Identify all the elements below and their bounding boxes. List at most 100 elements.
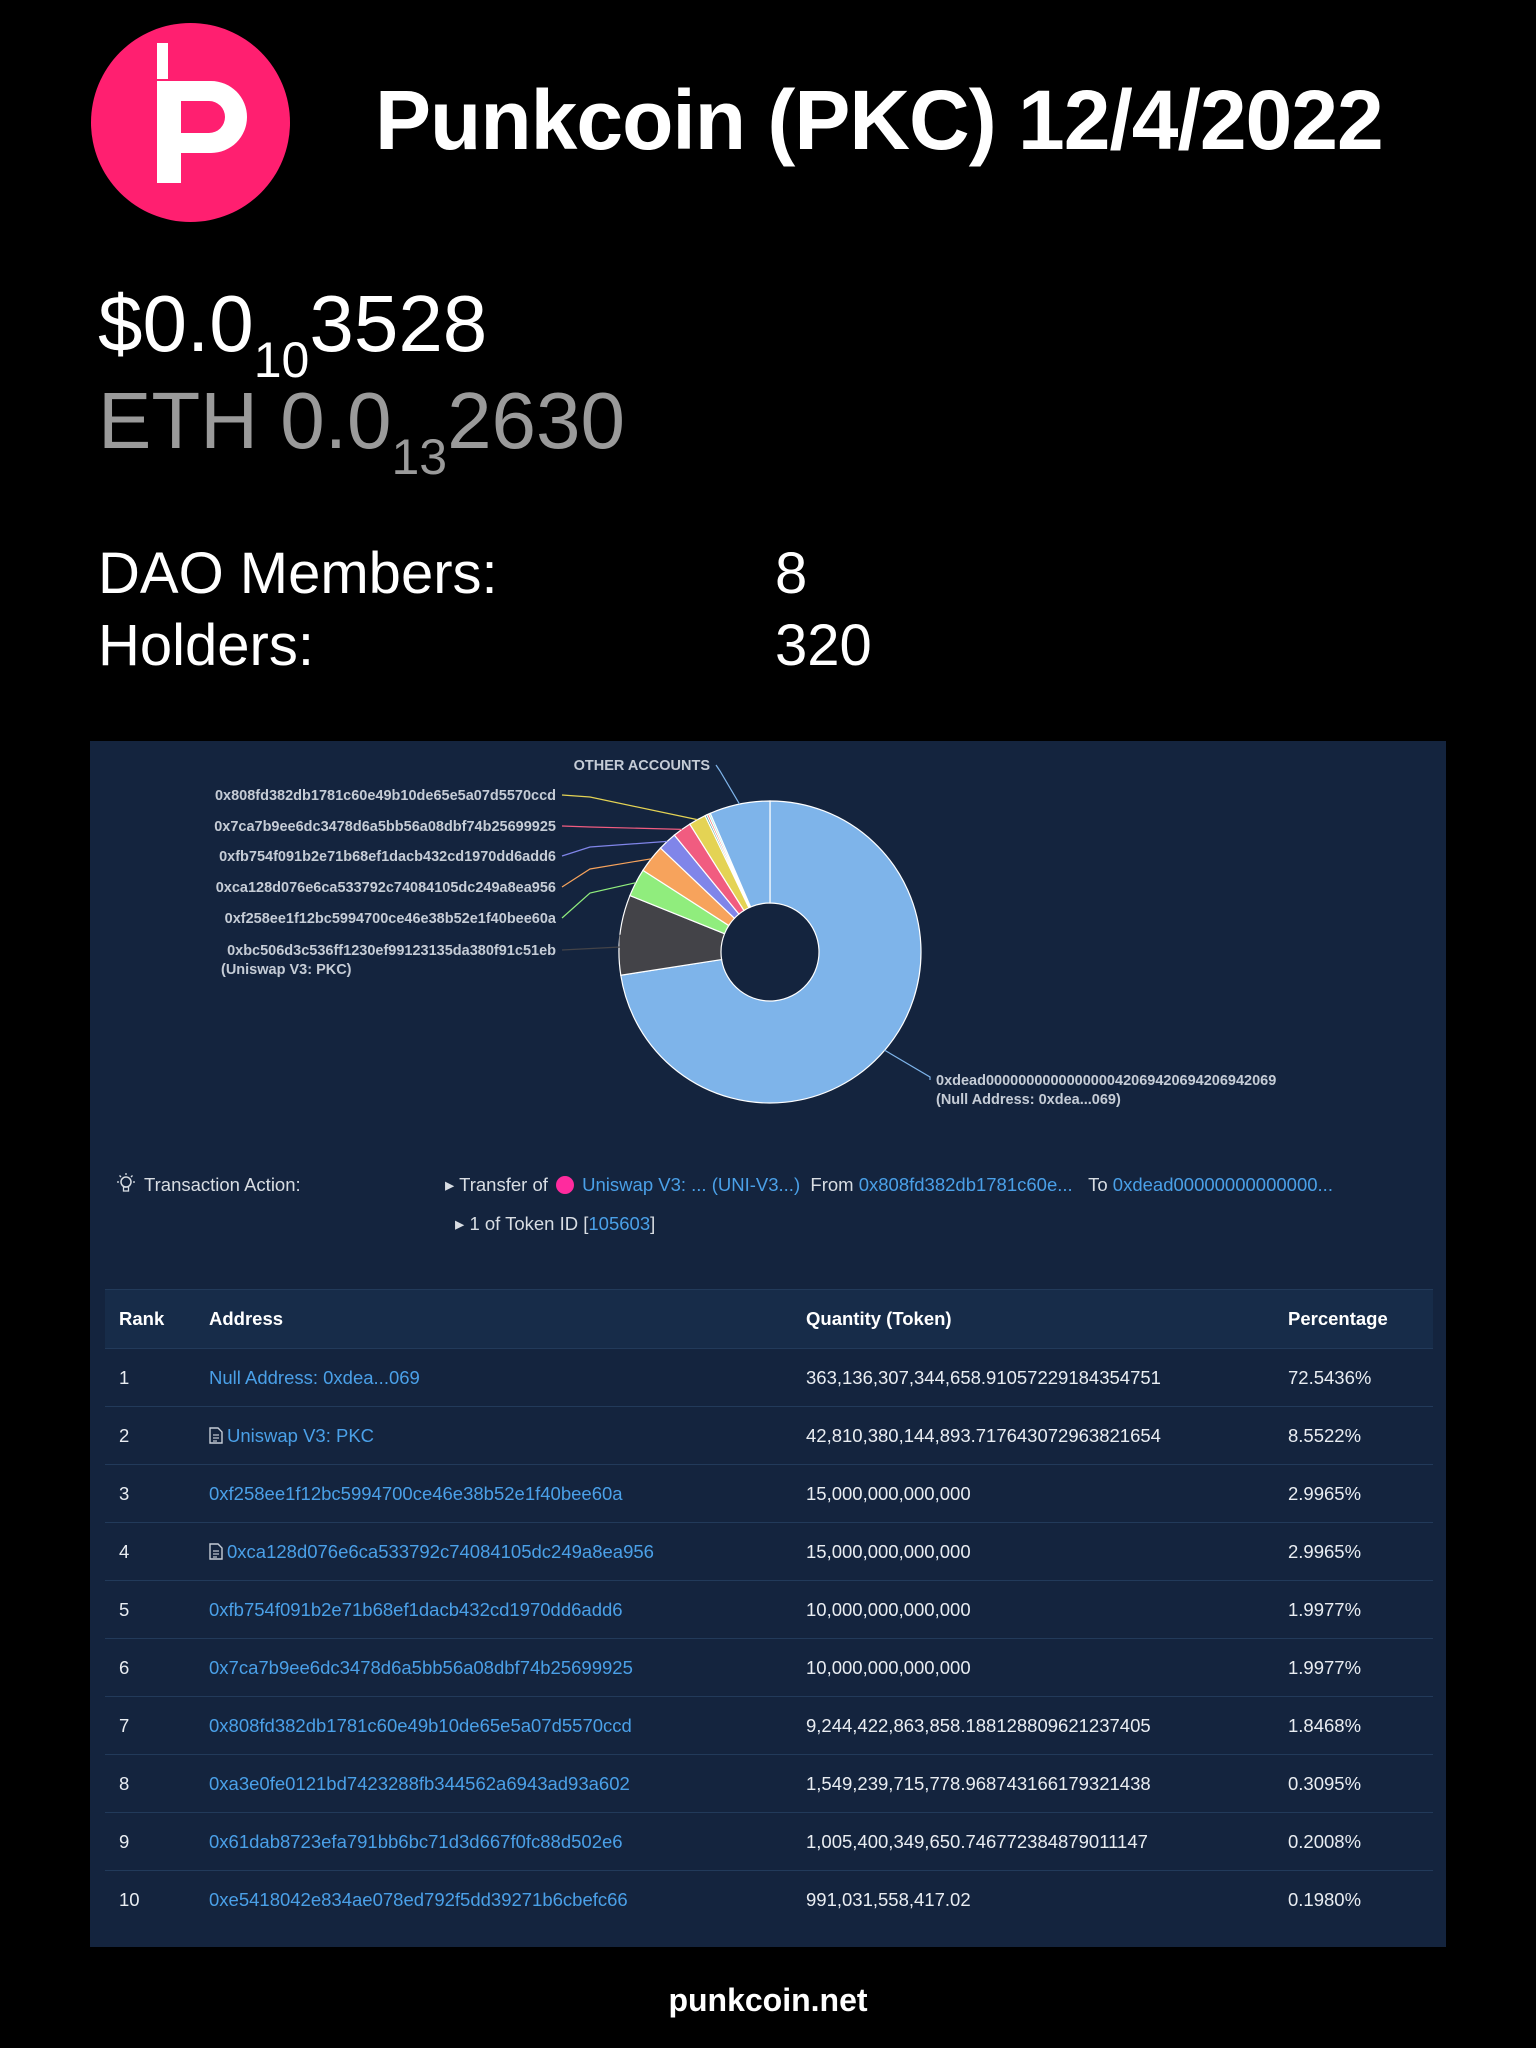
quantity-cell: 1,005,400,349,650.746772384879011147 [806, 1831, 1148, 1852]
address-cell: 0xfb754f091b2e71b68ef1dacb432cd1970dd6ad… [209, 1581, 623, 1639]
percentage-cell: 2.9965% [1288, 1483, 1362, 1504]
caret-right-icon: ▸ [445, 1174, 455, 1195]
rank-cell: 4 [119, 1541, 130, 1562]
header-quantity: Quantity (Token) [806, 1308, 952, 1329]
holders-panel: 0xdead0000000000000000420694206942069420… [90, 741, 1446, 1947]
dao-members-value: 8 [775, 541, 808, 606]
table-row: 3 0xf258ee1f12bc5994700ce46e38b52e1f40bee… [105, 1465, 1433, 1523]
leader-line [561, 825, 682, 830]
percentage-cell: 1.9977% [1288, 1599, 1362, 1620]
leader-line [715, 764, 741, 805]
percentage-cell: 72.5436% [1288, 1367, 1372, 1388]
to-label: To [1088, 1174, 1108, 1195]
quantity-cell: 42,810,380,144,893.717643072963821654 [806, 1425, 1161, 1446]
transfer-line: ▸ Transfer of Uniswap V3: ... (UNI-V3...… [445, 1174, 1333, 1196]
slice-label: 0xdead0000000000000000420694206942069420… [936, 1073, 1276, 1089]
address-link[interactable]: 0xe5418042e834ae078ed792f5dd39271b6cbefc… [209, 1889, 628, 1910]
rank-cell: 1 [119, 1367, 130, 1388]
address-cell: Null Address: 0xdea...069 [209, 1349, 420, 1407]
table-row: 6 0x7ca7b9ee6dc3478d6a5bb56a08dbf74b25699… [105, 1639, 1433, 1697]
slice-label: OTHER ACCOUNTS [574, 758, 711, 774]
quantity-cell: 10,000,000,000,000 [806, 1657, 971, 1678]
transfer-of-label: Transfer of [459, 1174, 548, 1195]
leader-line [561, 794, 698, 821]
address-link[interactable]: 0xca128d076e6ca533792c74084105dc249a8ea9… [227, 1541, 654, 1562]
header-percentage: Percentage [1288, 1308, 1388, 1329]
table-row: 9 0x61dab8723efa791bb6bc71d3d667f0fc88d50… [105, 1813, 1433, 1871]
slice-sublabel: (Uniswap V3: PKC) [221, 962, 352, 978]
quantity-cell: 15,000,000,000,000 [806, 1483, 971, 1504]
holders-table: Rank Address Quantity (Token) Percentage… [105, 1289, 1433, 1928]
page-title: Punkcoin (PKC) 12/4/2022 [375, 73, 1384, 167]
address-link[interactable]: Null Address: 0xdea...069 [209, 1367, 420, 1388]
lightbulb-icon [117, 1173, 135, 1192]
address-cell: 0x808fd382db1781c60e49b10de65e5a07d5570c… [209, 1697, 632, 1755]
quantity-cell: 991,031,558,417.02 [806, 1889, 971, 1910]
dao-members-label: DAO Members: [98, 541, 498, 606]
table-row: 4 0xca128d076e6ca533792c74084105dc249a8ea… [105, 1523, 1433, 1581]
slice-label: 0x7ca7b9ee6dc3478d6a5bb56a08dbf74b256999… [214, 819, 556, 835]
address-link[interactable]: 0xa3e0fe0121bd7423288fb344562a6943ad93a6… [209, 1773, 630, 1794]
percentage-cell: 1.9977% [1288, 1657, 1362, 1678]
slice-sublabel: (Null Address: 0xdea...069) [936, 1092, 1121, 1108]
token-id-line: ▸ 1 of Token ID [105603] [455, 1213, 656, 1234]
quantity-cell: 363,136,307,344,658.91057229184354751 [806, 1367, 1161, 1388]
slice-label: 0x808fd382db1781c60e49b10de65e5a07d5570c… [215, 788, 556, 804]
slice-label: 0xfb754f091b2e71b68ef1dacb432cd1970dd6ad… [219, 849, 556, 865]
eth-price: ETH 0.0132630 [98, 376, 626, 485]
address-link[interactable]: 0x808fd382db1781c60e49b10de65e5a07d5570c… [209, 1715, 632, 1736]
usd-price: $0.0103528 [98, 279, 488, 388]
address-cell: 0xca128d076e6ca533792c74084105dc249a8ea9… [209, 1523, 654, 1581]
to-address-link[interactable]: 0xdead00000000000000... [1113, 1174, 1333, 1195]
contract-file-icon [209, 1542, 223, 1560]
address-link[interactable]: 0x61dab8723efa791bb6bc71d3d667f0fc88d502… [209, 1831, 623, 1852]
from-address-link[interactable]: 0x808fd382db1781c60e... [859, 1174, 1073, 1195]
leader-line [561, 840, 668, 857]
address-link[interactable]: 0xf258ee1f12bc5994700ce46e38b52e1f40bee6… [209, 1483, 623, 1504]
address-cell: 0xf258ee1f12bc5994700ce46e38b52e1f40bee6… [209, 1465, 623, 1523]
caret-right-icon: ▸ [455, 1213, 465, 1234]
leader-line [884, 1049, 931, 1080]
address-cell: 0xe5418042e834ae078ed792f5dd39271b6cbefc… [209, 1871, 628, 1929]
percentage-cell: 1.8468% [1288, 1715, 1362, 1736]
address-cell: 0x61dab8723efa791bb6bc71d3d667f0fc88d502… [209, 1813, 623, 1871]
quantity-cell: 1,549,239,715,778.968743166179321438 [806, 1773, 1151, 1794]
address-cell: 0x7ca7b9ee6dc3478d6a5bb56a08dbf74b256999… [209, 1639, 633, 1697]
punkcoin-logo-icon [91, 23, 290, 222]
uniswap-token-icon [556, 1176, 575, 1194]
quantity-cell: 10,000,000,000,000 [806, 1599, 971, 1620]
slice-label: 0xf258ee1f12bc5994700ce46e38b52e1f40bee6… [225, 911, 557, 927]
token-id-link[interactable]: 105603 [588, 1213, 650, 1234]
quantity-cell: 15,000,000,000,000 [806, 1541, 971, 1562]
table-row: 2 Uniswap V3: PKC 42,810,380,144,893.71764… [105, 1407, 1433, 1465]
contract-file-icon [209, 1426, 223, 1444]
address-link[interactable]: 0x7ca7b9ee6dc3478d6a5bb56a08dbf74b256999… [209, 1657, 633, 1678]
token-link[interactable]: Uniswap V3: ... (UNI-V3...) [582, 1174, 800, 1195]
table-row: 5 0xfb754f091b2e71b68ef1dacb432cd1970dd6a… [105, 1581, 1433, 1639]
from-label: From [810, 1174, 854, 1195]
header-address: Address [209, 1308, 284, 1329]
table-row: 8 0xa3e0fe0121bd7423288fb344562a6943ad93a… [105, 1755, 1433, 1813]
slice-label: 0xbc506d3c536ff1230ef99123135da380f91c51… [227, 943, 556, 959]
rank-cell: 9 [119, 1831, 130, 1852]
table-row: 7 0x808fd382db1781c60e49b10de65e5a07d5570… [105, 1697, 1433, 1755]
percentage-cell: 2.9965% [1288, 1541, 1362, 1562]
transaction-action-label: Transaction Action: [144, 1174, 301, 1195]
holders-value: 320 [775, 613, 872, 678]
holders-label: Holders: [98, 613, 314, 678]
percentage-cell: 0.1980% [1288, 1889, 1362, 1910]
address-link[interactable]: 0xfb754f091b2e71b68ef1dacb432cd1970dd6ad… [209, 1599, 623, 1620]
holders-donut-chart: 0xdead0000000000000000420694206942069420… [214, 758, 1276, 1108]
footer-url: punkcoin.net [668, 1982, 868, 2018]
percentage-cell: 0.2008% [1288, 1831, 1362, 1852]
table-row: 1 Null Address: 0xdea...069 363,136,307,34… [105, 1349, 1433, 1407]
leader-line [561, 934, 621, 951]
address-cell: 0xa3e0fe0121bd7423288fb344562a6943ad93a6… [209, 1755, 630, 1813]
percentage-cell: 8.5522% [1288, 1425, 1362, 1446]
percentage-cell: 0.3095% [1288, 1773, 1362, 1794]
address-link[interactable]: Uniswap V3: PKC [227, 1425, 374, 1446]
rank-cell: 3 [119, 1483, 130, 1504]
table-header: Rank Address Quantity (Token) Percentage [105, 1289, 1433, 1349]
slice-label: 0xca128d076e6ca533792c74084105dc249a8ea9… [216, 880, 556, 896]
table-row: 10 0xe5418042e834ae078ed792f5dd39271b6cbe… [105, 1871, 1433, 1928]
